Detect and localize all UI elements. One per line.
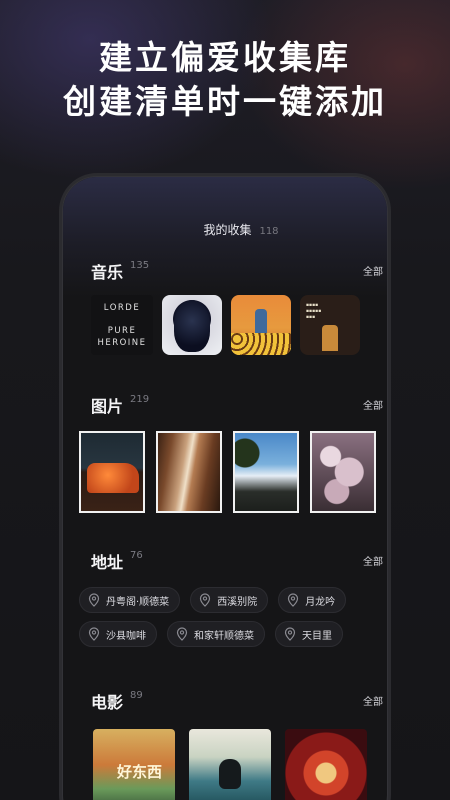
music-section-title: 音乐 bbox=[91, 263, 124, 282]
album-cover-lorde-line-1: LORDE bbox=[103, 303, 141, 313]
phone-screen: 我的收集 118 音乐 135 全部 LORDE PURE HEROINE ▪▪… bbox=[62, 176, 388, 800]
photo-sky[interactable] bbox=[233, 431, 299, 513]
album-flowers-field bbox=[231, 333, 291, 355]
photo-car[interactable] bbox=[79, 431, 145, 513]
location-pin-icon bbox=[88, 627, 100, 641]
place-chip-label: 沙县咖啡 bbox=[106, 630, 146, 642]
pictures-section-count: 219 bbox=[130, 394, 150, 405]
music-album-row: LORDE PURE HEROINE ▪▪▪▪ ▪▪▪▪▪ ▪▪▪ bbox=[91, 295, 360, 355]
place-chip-label: 和家轩顺德菜 bbox=[194, 630, 254, 642]
movie-poster-2-cat bbox=[219, 759, 241, 789]
place-chip-label: 月龙吟 bbox=[305, 596, 336, 608]
page-title: 我的收集 bbox=[203, 223, 252, 237]
place-chip-3[interactable]: 月龙吟 bbox=[278, 587, 347, 613]
place-chip-5[interactable]: 和家轩顺德菜 bbox=[167, 621, 265, 647]
places-chip-row-1: 丹粤阁·顺德菜 西溪别院 月龙吟 bbox=[79, 587, 347, 613]
music-view-all-button[interactable]: 全部 bbox=[363, 263, 383, 278]
collection-count: 118 bbox=[259, 226, 279, 237]
location-pin-icon bbox=[288, 593, 299, 607]
place-chip-label: 丹粤阁·顺德菜 bbox=[106, 596, 170, 608]
pictures-section-header: 图片 219 全部 bbox=[91, 393, 383, 416]
headline-line-1: 建立偏爱收集库 bbox=[99, 38, 351, 77]
movies-section-header: 电影 89 全部 bbox=[91, 689, 383, 712]
places-section-title: 地址 bbox=[91, 553, 124, 572]
places-view-all-button[interactable]: 全部 bbox=[363, 553, 383, 568]
album-book-text-block: ▪▪▪▪ ▪▪▪▪▪ ▪▪▪ bbox=[306, 303, 322, 320]
album-cover-lorde-line-3: HEROINE bbox=[97, 338, 147, 348]
collection-screen: 我的收集 118 音乐 135 全部 LORDE PURE HEROINE ▪▪… bbox=[63, 177, 387, 800]
album-cover-portrait[interactable] bbox=[162, 295, 222, 355]
collection-title-bar: 我的收集 118 bbox=[63, 221, 387, 238]
location-pin-icon bbox=[176, 627, 188, 641]
place-chip-2[interactable]: 西溪别院 bbox=[190, 587, 269, 613]
photo-blossom[interactable] bbox=[310, 431, 376, 513]
music-section-count: 135 bbox=[130, 260, 150, 271]
album-cover-lorde[interactable]: LORDE PURE HEROINE bbox=[91, 295, 153, 355]
places-chip-row-2: 沙县咖啡 和家轩顺德菜 天目里 bbox=[79, 621, 346, 647]
location-pin-icon bbox=[88, 593, 100, 607]
headline-line-2: 创建清单时一键添加 bbox=[63, 82, 387, 121]
place-chip-6[interactable]: 天目里 bbox=[275, 621, 343, 647]
movies-view-all-button[interactable]: 全部 bbox=[363, 693, 383, 708]
album-cover-lorde-line-2: PURE bbox=[107, 326, 137, 336]
movie-poster-1-title: 好东西 bbox=[117, 763, 163, 781]
movie-poster-1[interactable]: 好东西 bbox=[93, 729, 175, 800]
promo-headline: 建立偏爱收集库 创建清单时一键添加 bbox=[0, 36, 450, 124]
album-cover-flowers[interactable] bbox=[231, 295, 291, 355]
pictures-section-title: 图片 bbox=[91, 397, 124, 416]
movies-section-count: 89 bbox=[130, 690, 143, 701]
places-chips: 丹粤阁·顺德菜 西溪别院 月龙吟 沙县咖啡 和家轩顺德菜 天目里 bbox=[79, 587, 347, 655]
movie-poster-2[interactable] bbox=[189, 729, 271, 800]
place-chip-label: 天目里 bbox=[302, 630, 332, 642]
pictures-row bbox=[79, 431, 376, 513]
photo-sky-tree bbox=[235, 433, 265, 483]
pictures-view-all-button[interactable]: 全部 bbox=[363, 397, 383, 412]
place-chip-1[interactable]: 丹粤阁·顺德菜 bbox=[79, 587, 181, 613]
movie-poster-3[interactable] bbox=[285, 729, 367, 800]
album-cover-book[interactable]: ▪▪▪▪ ▪▪▪▪▪ ▪▪▪ bbox=[300, 295, 360, 355]
movies-row: 好东西 bbox=[93, 729, 367, 800]
place-chip-4[interactable]: 沙县咖啡 bbox=[79, 621, 157, 647]
photo-car-shape bbox=[87, 463, 139, 493]
phone-frame: 我的收集 118 音乐 135 全部 LORDE PURE HEROINE ▪▪… bbox=[59, 173, 391, 800]
place-chip-label: 西溪别院 bbox=[217, 596, 258, 608]
places-section-header: 地址 76 全部 bbox=[91, 549, 383, 572]
music-section-header: 音乐 135 全部 bbox=[91, 259, 383, 282]
movies-section-title: 电影 bbox=[91, 693, 124, 712]
photo-wood[interactable] bbox=[156, 431, 222, 513]
album-portrait-figure bbox=[174, 300, 210, 352]
album-book-figure bbox=[322, 325, 338, 351]
places-section-count: 76 bbox=[130, 550, 143, 561]
location-pin-icon bbox=[200, 593, 211, 607]
location-pin-icon bbox=[284, 627, 296, 641]
